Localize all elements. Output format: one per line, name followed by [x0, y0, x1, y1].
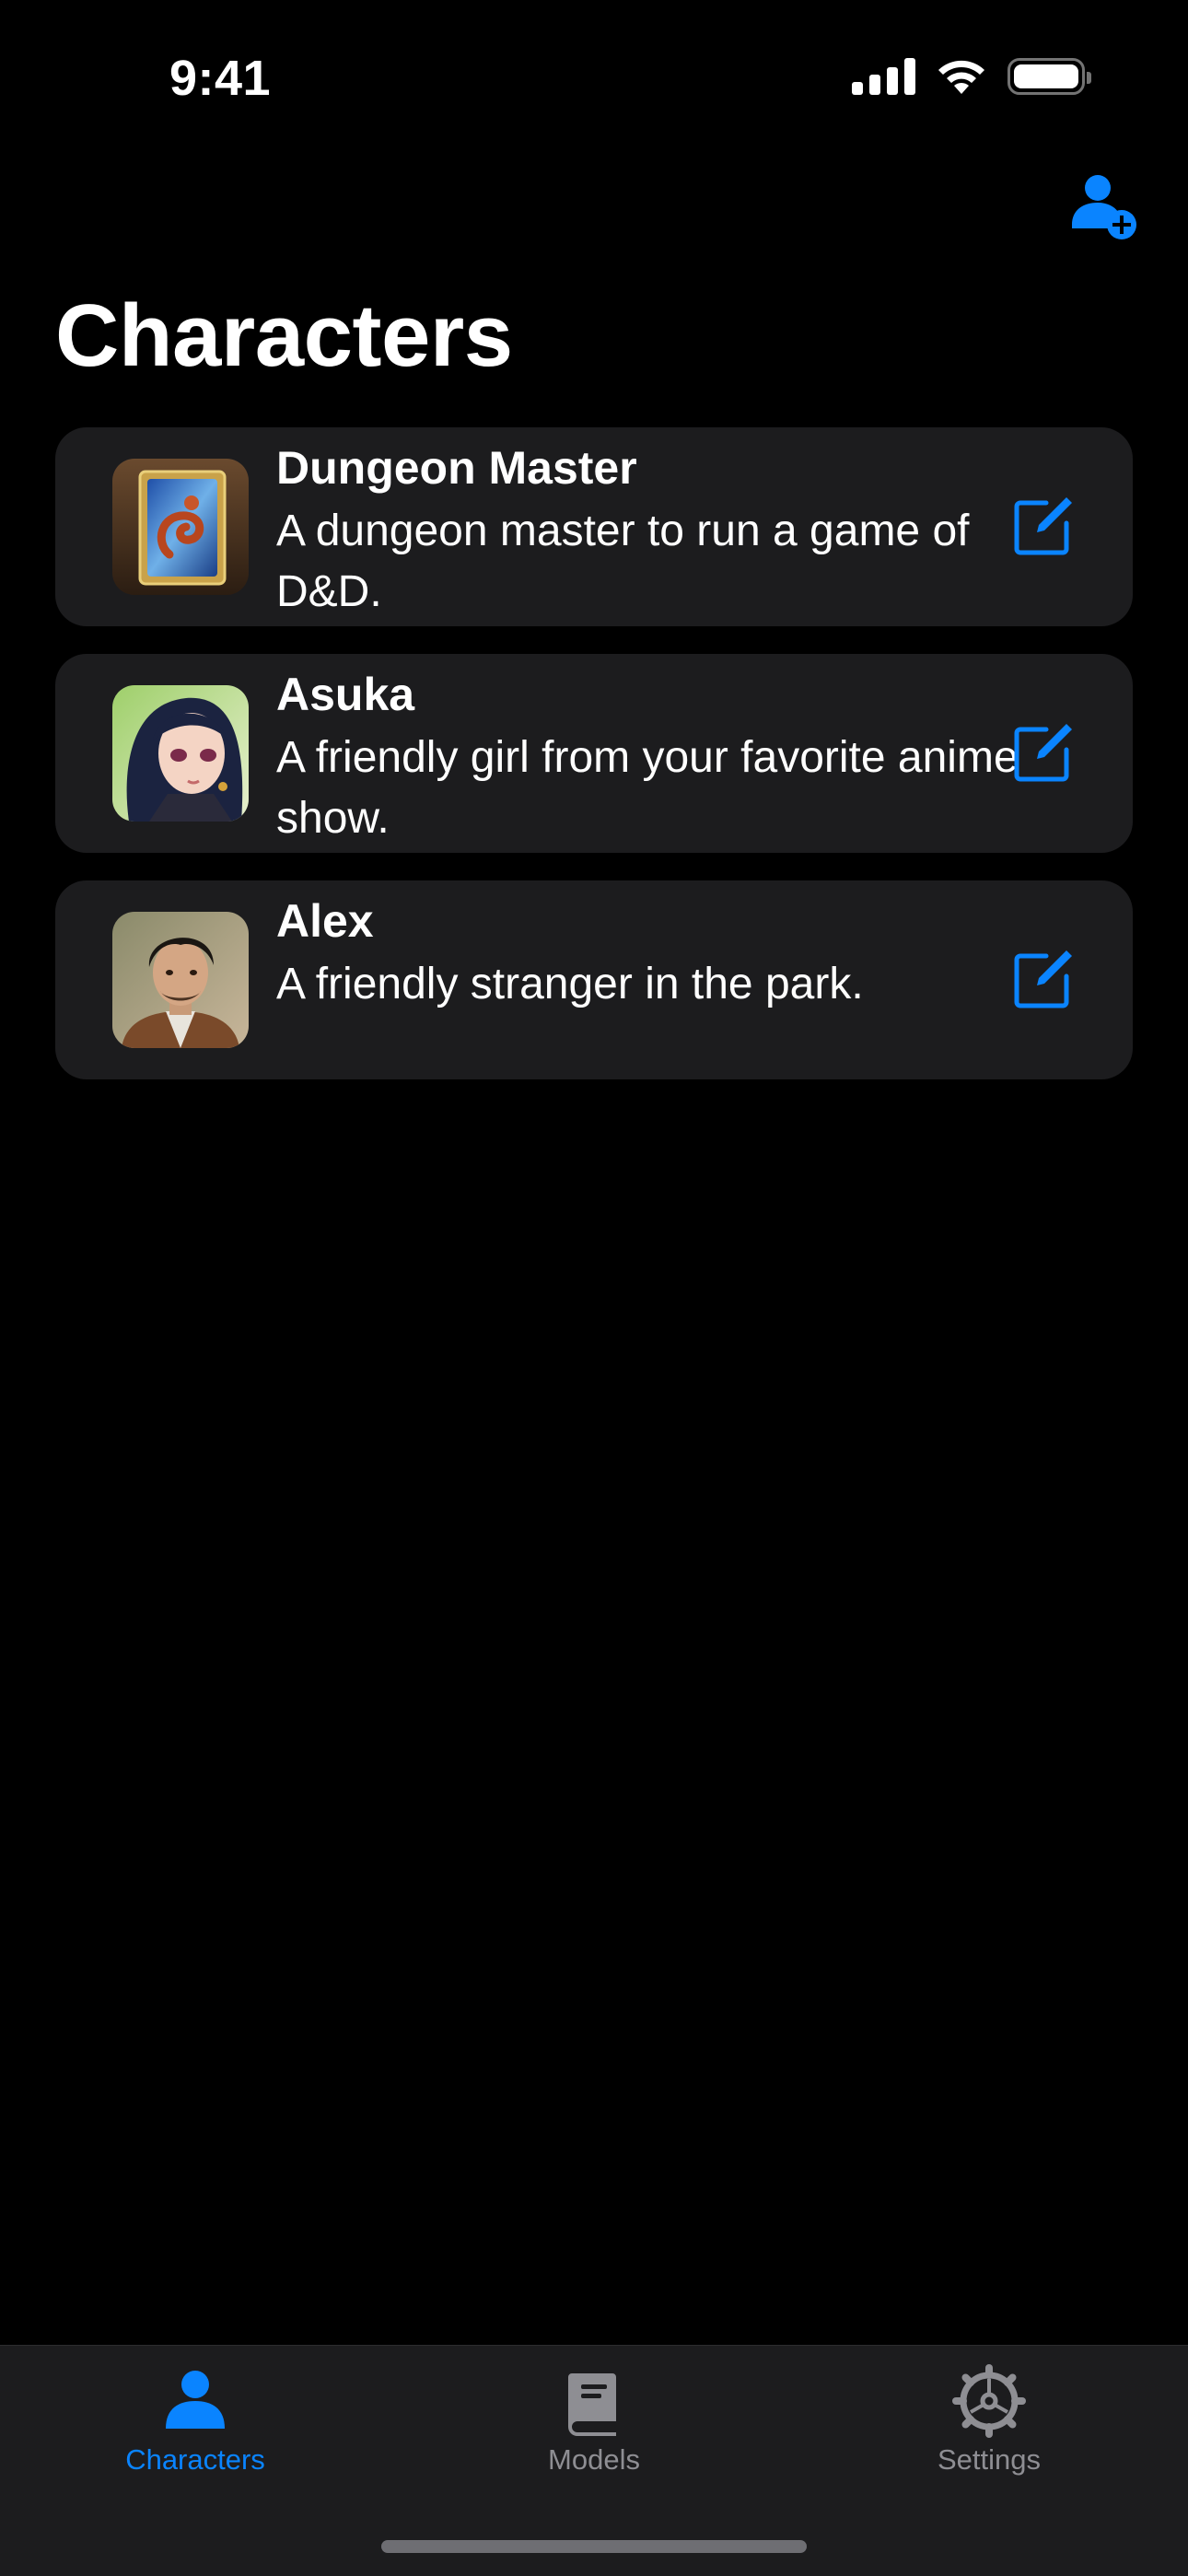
gear-icon — [952, 2364, 1026, 2438]
dragon-book-avatar — [112, 459, 249, 595]
man-portrait-avatar — [112, 912, 249, 1048]
character-description: A dungeon master to run a game of D&D. — [276, 507, 970, 616]
edit-character-button[interactable] — [1009, 494, 1076, 560]
tab-settings[interactable]: Settings — [851, 2364, 1127, 2477]
edit-icon — [1014, 724, 1072, 782]
character-card-asuka[interactable]: Asuka A friendly girl from your favorite… — [55, 654, 1133, 853]
battery-icon — [1007, 58, 1091, 95]
character-description: A friendly stranger in the park. — [276, 960, 864, 1008]
book-icon — [568, 2373, 616, 2436]
character-name: Dungeon Master — [276, 442, 637, 494]
character-card-dungeon-master[interactable]: Dungeon Master A dungeon master to run a… — [55, 427, 1133, 626]
status-time: 9:41 — [169, 51, 272, 106]
edit-icon — [1014, 497, 1072, 555]
edit-character-button[interactable] — [1009, 947, 1076, 1013]
person-add-icon — [1072, 175, 1136, 239]
character-description: A friendly girl from your favorite anime… — [276, 733, 1019, 843]
cellular-signal-icon — [852, 58, 915, 95]
character-list: Dungeon Master A dungeon master to run a… — [55, 427, 1133, 1107]
wifi-icon — [938, 60, 984, 94]
person-icon — [166, 2371, 225, 2429]
add-character-button[interactable] — [1068, 169, 1142, 243]
edit-character-button[interactable] — [1009, 720, 1076, 787]
tab-label: Settings — [937, 2443, 1041, 2476]
character-name: Alex — [276, 895, 374, 947]
page-title: Characters — [55, 286, 513, 385]
character-card-alex[interactable]: Alex A friendly stranger in the park. — [55, 880, 1133, 1079]
edit-icon — [1014, 950, 1072, 1008]
tab-models[interactable]: Models — [456, 2364, 732, 2477]
tab-label: Models — [548, 2443, 640, 2476]
tab-label: Characters — [125, 2443, 265, 2476]
status-icons — [852, 57, 1091, 96]
status-bar: 9:41 — [0, 0, 1188, 157]
tab-characters[interactable]: Characters — [57, 2364, 333, 2477]
character-name: Asuka — [276, 669, 415, 720]
anime-girl-avatar — [112, 685, 249, 822]
home-indicator — [381, 2540, 807, 2553]
